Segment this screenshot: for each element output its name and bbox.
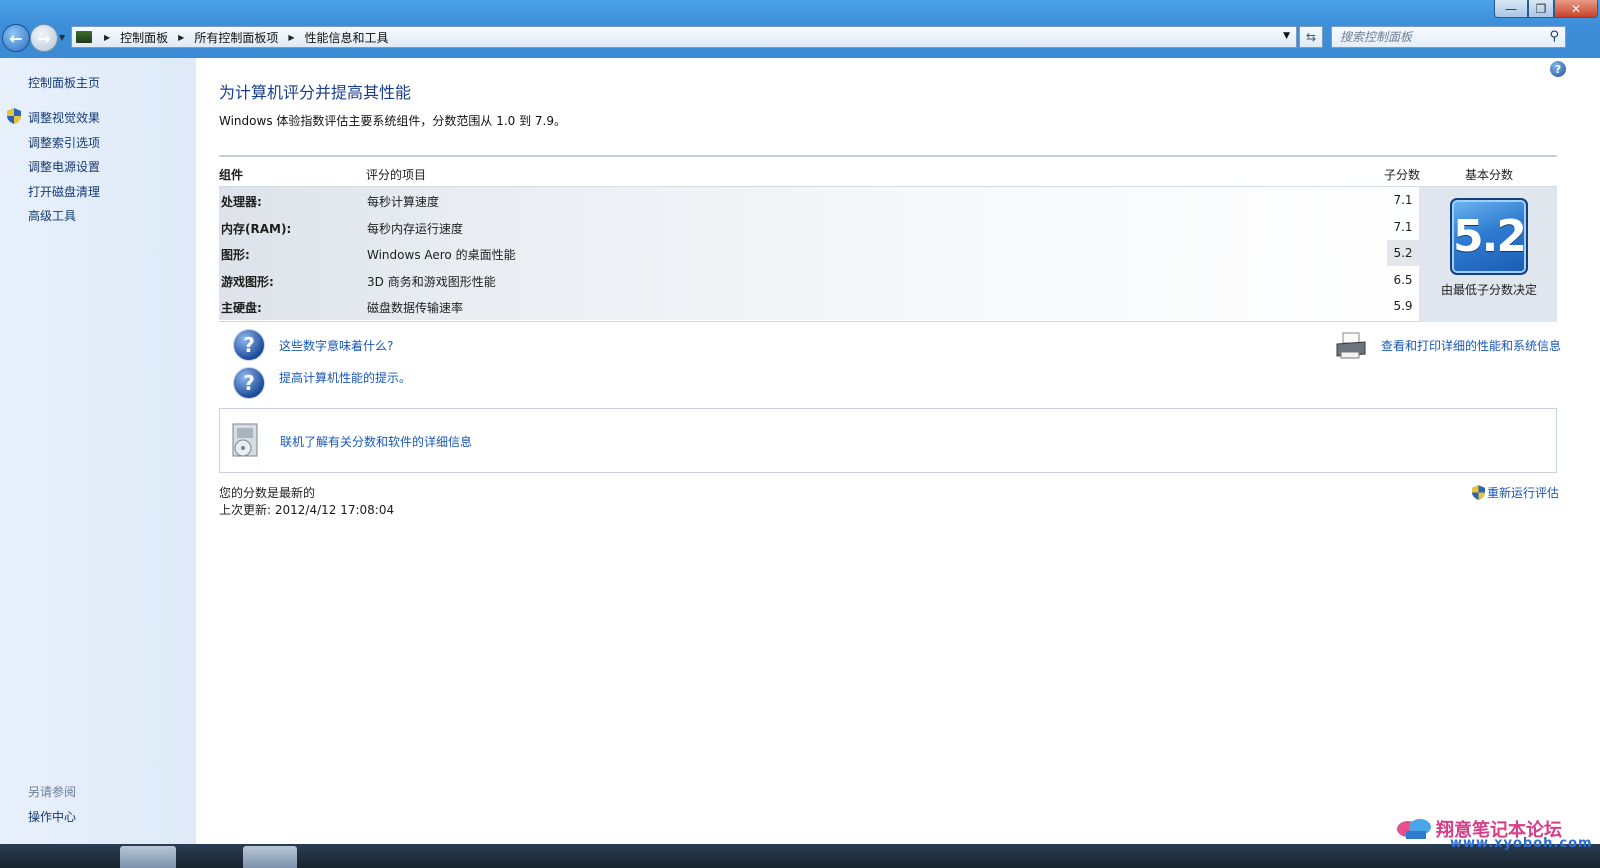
see-also-heading: 另请参阅 [28, 785, 77, 799]
breadcrumb-separator[interactable]: ▶ [178, 33, 184, 42]
breadcrumb-control-panel[interactable]: 控制面板 [120, 29, 168, 46]
sidebar-item-disk-cleanup[interactable]: 打开磁盘清理 [28, 183, 100, 200]
base-score-note: 由最低子分数决定 [1440, 283, 1537, 297]
question-icon: ? [233, 329, 265, 361]
rerun-assessment-link[interactable]: 重新运行评估 [1487, 484, 1559, 501]
taskbar-item[interactable] [243, 846, 297, 868]
breadcrumb-all-items[interactable]: 所有控制面板项 [194, 29, 278, 46]
print-details-link[interactable]: 查看和打印详细的性能和系统信息 [1381, 337, 1561, 354]
row-item: 每秒计算速度 [367, 195, 440, 209]
control-panel-icon [76, 31, 92, 43]
table-row: 处理器: 每秒计算速度 7.1 [219, 187, 1419, 214]
row-score: 7.1 [1393, 193, 1413, 207]
search-icon[interactable]: ⚲ [1549, 29, 1559, 44]
header-subscore: 子分数 [1384, 168, 1421, 182]
sidebar-item-action-center[interactable]: 操作中心 [28, 808, 76, 825]
row-score: 7.1 [1393, 219, 1413, 234]
row-item: Windows Aero 的桌面性能 [367, 248, 516, 262]
score-table: 组件 评分的项目 子分数 基本分数 处理器: 每秒计算速度 7.1 内存(RAM… [219, 155, 1557, 322]
score-status: 您的分数是最新的 [219, 486, 316, 500]
sidebar-home-link[interactable]: 控制面板主页 [28, 74, 100, 91]
row-component: 处理器: [221, 195, 262, 209]
address-dropdown-icon[interactable]: ▼ [1283, 31, 1290, 41]
taskbar [0, 844, 1600, 868]
watermark-logo-icon [1397, 819, 1431, 839]
forward-arrow-icon: → [37, 28, 51, 48]
help-icon[interactable]: ? [1550, 61, 1566, 77]
base-score-column: 5.2 由最低子分数决定 [1419, 187, 1557, 322]
table-row: 内存(RAM): 每秒内存运行速度 7.1 [219, 213, 1419, 240]
rerun-assessment[interactable]: 重新运行评估 [1472, 484, 1559, 501]
table-body: 处理器: 每秒计算速度 7.1 内存(RAM): 每秒内存运行速度 7.1 图形… [219, 187, 1557, 322]
row-item: 磁盘数据传输速率 [367, 301, 464, 315]
recent-pages-dropdown[interactable]: ▼ [59, 33, 65, 42]
printer-icon [1336, 332, 1366, 359]
header-component: 组件 [219, 168, 244, 182]
refresh-icon: ⇆ [1305, 30, 1317, 44]
page-title: 为计算机评分并提高其性能 [219, 83, 412, 102]
breadcrumb-performance[interactable]: 性能信息和工具 [305, 29, 389, 46]
uac-shield-icon [7, 108, 21, 124]
last-update: 上次更新: 2012/4/12 17:08:04 [219, 503, 395, 517]
taskbar-item[interactable] [120, 846, 176, 868]
row-component: 内存(RAM): [221, 221, 292, 236]
address-bar[interactable]: ▶ 控制面板 ▶ 所有控制面板项 ▶ 性能信息和工具 ▼ [71, 26, 1297, 48]
what-mean-link[interactable]: 这些数字意味着什么? [279, 337, 393, 354]
row-component: 游戏图形: [221, 274, 274, 289]
search-input[interactable] [1340, 30, 1540, 44]
table-row: 主硬盘: 磁盘数据传输速率 5.9 [219, 293, 1419, 320]
row-score: 6.5 [1393, 272, 1413, 287]
uac-shield-icon [1472, 485, 1485, 500]
page-description: Windows 体验指数评估主要系统组件，分数范围从 1.0 到 7.9。 [219, 114, 566, 128]
row-score: 5.9 [1393, 299, 1413, 313]
back-button[interactable]: ← [2, 24, 30, 52]
base-score-badge: 5.2 [1450, 198, 1528, 275]
row-component: 主硬盘: [221, 301, 262, 315]
left-sidebar [0, 58, 196, 844]
online-info-link[interactable]: 联机了解有关分数和软件的详细信息 [280, 433, 472, 450]
row-score-lowest: 5.2 [1387, 240, 1419, 266]
table-row: 图形: Windows Aero 的桌面性能 5.2 [219, 240, 1419, 267]
breadcrumb-separator[interactable]: ▶ [104, 33, 110, 42]
close-button[interactable]: ✕ [1554, 0, 1598, 18]
tips-link[interactable]: 提高计算机性能的提示。 [279, 369, 411, 386]
software-box-icon [232, 423, 258, 457]
row-component: 图形: [221, 248, 250, 262]
header-rated-item: 评分的项目 [366, 168, 427, 182]
forward-button[interactable]: → [30, 24, 58, 52]
breadcrumb-separator[interactable]: ▶ [288, 33, 294, 42]
sidebar-item-advanced-tools[interactable]: 高级工具 [28, 207, 76, 224]
sidebar-item-power[interactable]: 调整电源设置 [28, 158, 100, 175]
sidebar-item-visual-effects[interactable]: 调整视觉效果 [28, 109, 100, 126]
table-header: 组件 评分的项目 子分数 基本分数 [219, 155, 1557, 187]
sidebar-item-indexing[interactable]: 调整索引选项 [28, 134, 100, 151]
question-icon: ? [233, 367, 265, 399]
search-box[interactable]: ⚲ [1331, 26, 1566, 48]
refresh-button[interactable]: ⇆ [1299, 26, 1323, 48]
watermark-url: www.xyoboh.com [1450, 836, 1593, 851]
base-score-value: 5.2 [1453, 211, 1527, 262]
header-base-score: 基本分数 [1465, 168, 1514, 182]
row-item: 每秒内存运行速度 [367, 221, 464, 236]
back-arrow-icon: ← [9, 28, 23, 48]
minimize-button[interactable]: — [1494, 0, 1528, 18]
row-item: 3D 商务和游戏图形性能 [367, 274, 496, 289]
table-row: 游戏图形: 3D 商务和游戏图形性能 6.5 [219, 266, 1419, 293]
maximize-button[interactable]: ❐ [1528, 0, 1554, 18]
